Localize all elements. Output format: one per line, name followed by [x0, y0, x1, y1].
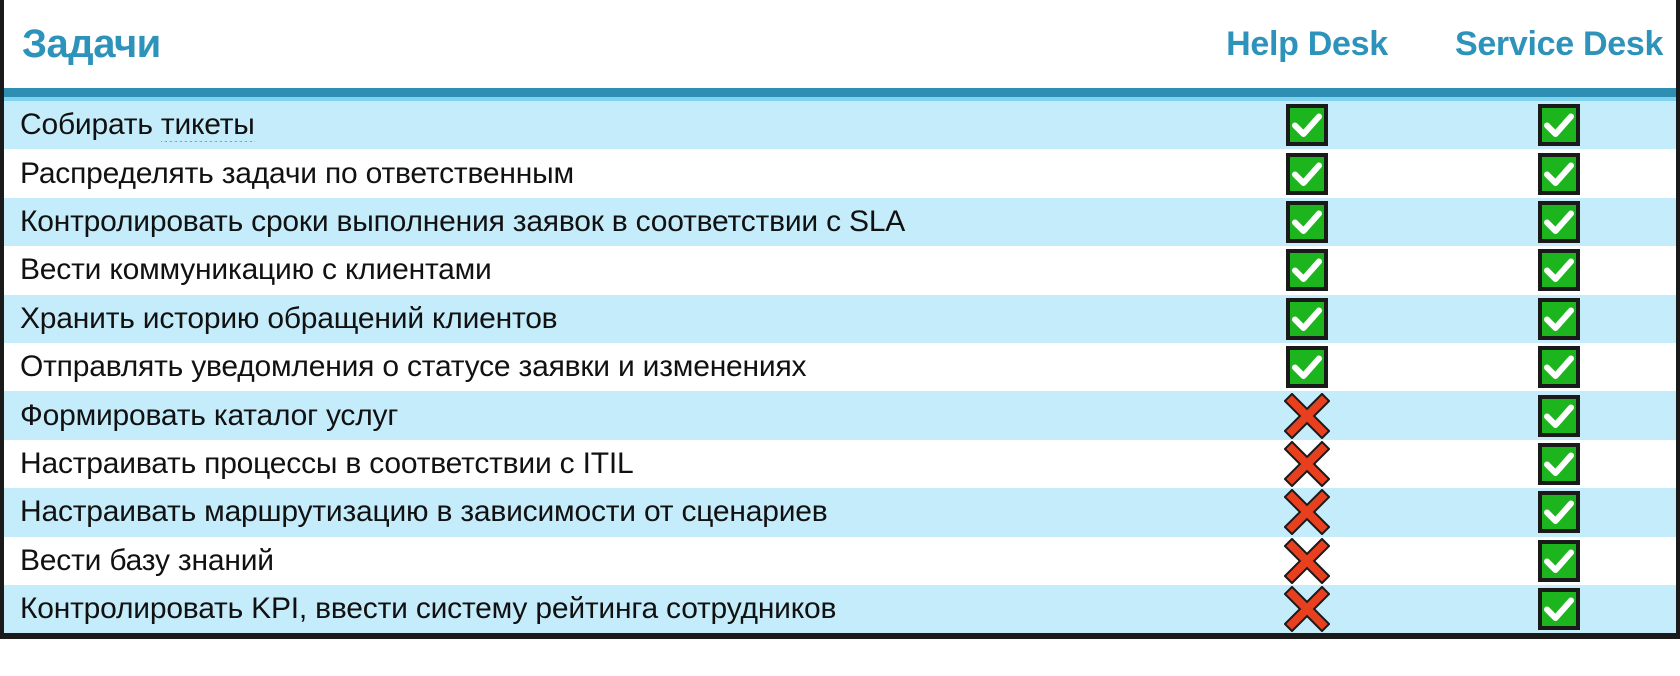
table-row: Отправлять уведомления о статусе заявки …	[4, 342, 1676, 392]
task-label: Собирать тикеты	[20, 108, 255, 143]
help-desk-cross-icon	[1176, 440, 1438, 487]
task-label: Контролировать KPI, ввести систему рейти…	[20, 592, 837, 626]
column-header-tasks: Задачи	[22, 21, 161, 66]
help-desk-check-icon	[1176, 104, 1438, 147]
service-desk-check-icon	[1438, 588, 1680, 631]
table-row: Хранить историю обращений клиентов	[4, 294, 1676, 343]
service-desk-check-icon	[1438, 249, 1680, 292]
task-label: Вести базу знаний	[20, 543, 274, 577]
task-label: Контролировать сроки выполнения заявок в…	[20, 204, 906, 238]
table-body: Собирать тикеты Распределять задачи по от…	[0, 101, 1680, 640]
service-desk-check-icon	[1438, 104, 1680, 147]
table-row: Контролировать KPI, ввести систему рейти…	[4, 584, 1676, 634]
table-row: Вести базу знаний	[4, 536, 1676, 585]
column-header-service-desk: Service Desk	[1454, 24, 1664, 63]
task-label: Хранить историю обращений клиентов	[20, 301, 558, 335]
help-desk-cross-icon	[1176, 489, 1438, 536]
table-row: Собирать тикеты	[4, 101, 1676, 150]
help-desk-vs-service-desk-table: Задачи Help Desk Service Desk Собирать т…	[0, 0, 1680, 676]
service-desk-check-icon	[1438, 491, 1680, 534]
service-desk-check-icon	[1438, 297, 1680, 340]
service-desk-check-icon	[1438, 394, 1680, 437]
table-row: Распределять задачи по ответственным	[4, 149, 1676, 198]
table-header-row: Задачи Help Desk Service Desk	[0, 0, 1680, 88]
column-header-help-desk: Help Desk	[1226, 24, 1388, 63]
task-label: Отправлять уведомления о статусе заявки …	[20, 350, 807, 384]
service-desk-check-icon	[1438, 152, 1680, 195]
table-row: Формировать каталог услуг	[4, 391, 1676, 440]
service-desk-check-icon	[1438, 539, 1680, 582]
task-label: Вести коммуникацию с клиентами	[20, 253, 492, 287]
help-desk-cross-icon	[1176, 537, 1438, 584]
help-desk-check-icon	[1176, 297, 1438, 340]
task-label: Настраивать процессы в соответствии с IT…	[20, 446, 634, 480]
help-desk-check-icon	[1176, 249, 1438, 292]
header-divider-rule	[0, 88, 1680, 97]
help-desk-check-icon	[1176, 152, 1438, 195]
table-row: Настраивать маршрутизацию в зависимости …	[4, 488, 1676, 537]
service-desk-check-icon	[1438, 442, 1680, 485]
help-desk-cross-icon	[1176, 586, 1438, 633]
help-desk-cross-icon	[1176, 392, 1438, 439]
table-row: Настраивать процессы в соответствии с IT…	[4, 439, 1676, 489]
service-desk-check-icon	[1438, 346, 1680, 389]
task-label: Распределять задачи по ответственным	[20, 156, 574, 190]
service-desk-check-icon	[1438, 200, 1680, 243]
help-desk-check-icon	[1176, 346, 1438, 389]
misspelled-word: тикеты	[160, 108, 255, 143]
task-label: Настраивать маршрутизацию в зависимости …	[20, 495, 828, 529]
table-row: Вести коммуникацию с клиентами	[4, 246, 1676, 295]
help-desk-check-icon	[1176, 200, 1438, 243]
table-row: Контролировать сроки выполнения заявок в…	[4, 197, 1676, 247]
task-label: Формировать каталог услуг	[20, 398, 399, 432]
